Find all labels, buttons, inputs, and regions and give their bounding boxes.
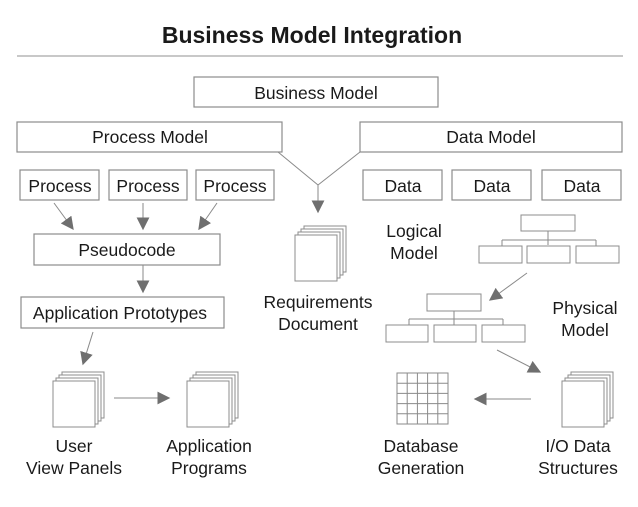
arrow-prototypes-to-panels bbox=[80, 331, 94, 366]
application-prototypes-node: Application Prototypes bbox=[20, 296, 225, 329]
business-model-label: Business Model bbox=[254, 83, 378, 103]
business-model-node: Business Model bbox=[193, 76, 439, 108]
logical-model-label-line2: Model bbox=[390, 243, 438, 263]
process-node-2: Process bbox=[108, 169, 188, 201]
merge-connector bbox=[277, 151, 361, 186]
process-model-node: Process Model bbox=[16, 121, 283, 153]
user-view-panels-label-line1: User bbox=[56, 436, 93, 456]
requirements-document-label-line2: Document bbox=[278, 314, 358, 334]
data-label: Data bbox=[564, 176, 601, 196]
physical-model-hierarchy-icon bbox=[385, 293, 526, 343]
user-view-panels-stack-icon bbox=[52, 371, 105, 428]
arrow-process1-to-pseudocode bbox=[53, 202, 74, 231]
data-model-label: Data Model bbox=[446, 127, 536, 147]
diagram-title: Business Model Integration bbox=[162, 22, 462, 48]
pseudocode-node: Pseudocode bbox=[33, 233, 221, 266]
requirements-document-stack-icon bbox=[294, 225, 347, 282]
application-programs-stack-icon bbox=[186, 371, 239, 428]
requirements-document-label-line1: Requirements bbox=[264, 292, 373, 312]
io-data-structures-label-line1: I/O Data bbox=[545, 436, 610, 456]
io-data-structures-stack-icon bbox=[561, 371, 614, 428]
process-label: Process bbox=[203, 176, 266, 196]
io-data-structures-label-line2: Structures bbox=[538, 458, 618, 478]
process-node-3: Process bbox=[195, 169, 275, 201]
logical-model-hierarchy-icon bbox=[478, 214, 620, 264]
data-model-node: Data Model bbox=[359, 121, 623, 153]
process-model-label: Process Model bbox=[92, 127, 208, 147]
arrow-logical-to-physical bbox=[488, 272, 528, 301]
data-node-2: Data bbox=[451, 169, 532, 201]
logical-model-label-line1: Logical bbox=[386, 221, 441, 241]
application-programs-label-line2: Programs bbox=[171, 458, 247, 478]
database-grid-icon bbox=[396, 372, 449, 425]
data-node-3: Data bbox=[541, 169, 622, 201]
database-generation-label-line1: Database bbox=[384, 436, 459, 456]
data-label: Data bbox=[385, 176, 422, 196]
arrow-physical-to-io bbox=[496, 349, 542, 373]
physical-model-label-line2: Model bbox=[561, 320, 609, 340]
data-label: Data bbox=[474, 176, 511, 196]
pseudocode-label: Pseudocode bbox=[78, 240, 175, 260]
physical-model-label-line1: Physical bbox=[552, 298, 617, 318]
user-view-panels-label-line2: View Panels bbox=[26, 458, 122, 478]
process-label: Process bbox=[116, 176, 179, 196]
process-label: Process bbox=[28, 176, 91, 196]
arrow-process3-to-pseudocode bbox=[198, 202, 218, 231]
process-node-1: Process bbox=[19, 169, 100, 201]
database-generation-label-line2: Generation bbox=[378, 458, 465, 478]
application-programs-label-line1: Application bbox=[166, 436, 252, 456]
diagram-canvas: Business Model Integration Business Mode… bbox=[16, 22, 623, 478]
application-prototypes-label: Application Prototypes bbox=[33, 303, 207, 323]
data-node-1: Data bbox=[362, 169, 443, 201]
